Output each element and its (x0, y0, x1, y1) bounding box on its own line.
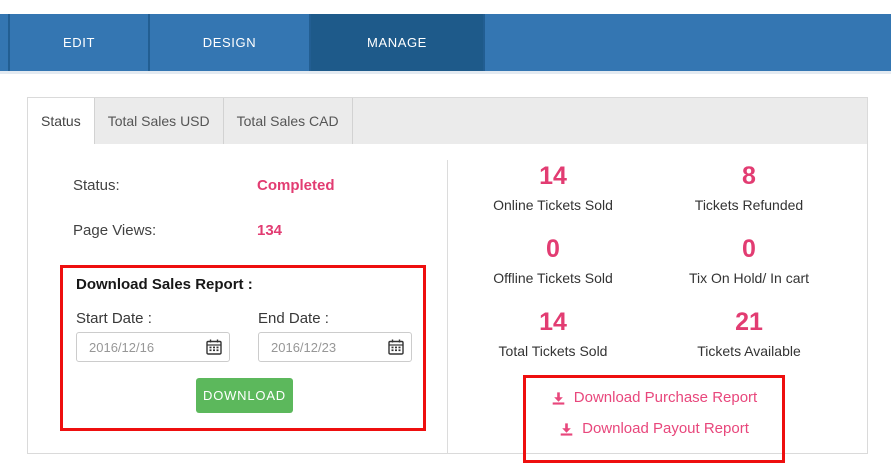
nav-edit-button[interactable]: EDIT (8, 14, 148, 71)
end-date-field-wrap (258, 332, 412, 362)
download-payout-report-link[interactable]: Download Payout Report (559, 418, 749, 440)
report-link-label: Download Purchase Report (574, 387, 757, 409)
download-sales-report-box: Download Sales Report : Start Date : End… (60, 265, 426, 431)
tab-bar: Status Total Sales USD Total Sales CAD (28, 98, 867, 144)
stat-label: Tickets Refunded (651, 197, 847, 213)
report-link-label: Download Payout Report (582, 418, 749, 440)
vertical-divider (447, 160, 448, 453)
top-navigation-bar: EDIT DESIGN MANAGE (0, 14, 891, 74)
tab-total-sales-cad[interactable]: Total Sales CAD (224, 98, 353, 144)
nav-manage-button[interactable]: MANAGE (309, 14, 485, 71)
end-date-label: End Date : (258, 310, 329, 327)
download-icon (559, 422, 574, 437)
status-label: Status: (73, 177, 257, 194)
stat-value: 14 (455, 308, 651, 336)
status-value: Completed (257, 177, 335, 194)
status-row: Status: Completed (73, 177, 443, 194)
stat-offline-tickets-sold: 0 Offline Tickets Sold (455, 235, 651, 308)
start-date-field-wrap (76, 332, 230, 362)
stat-value: 14 (455, 162, 651, 190)
nav-design-button[interactable]: DESIGN (148, 14, 309, 71)
stat-value: 8 (651, 162, 847, 190)
stat-value: 0 (455, 235, 651, 263)
stat-online-tickets-sold: 14 Online Tickets Sold (455, 162, 651, 235)
stat-tix-on-hold: 0 Tix On Hold/ In cart (651, 235, 847, 308)
tab-status[interactable]: Status (28, 98, 95, 144)
calendar-icon[interactable] (387, 338, 405, 356)
page-views-row: Page Views: 134 (73, 222, 443, 239)
stat-tickets-refunded: 8 Tickets Refunded (651, 162, 847, 235)
stat-total-tickets-sold: 14 Total Tickets Sold (455, 308, 651, 381)
report-links-box: Download Purchase Report Download Payout… (523, 375, 785, 463)
stat-value: 21 (651, 308, 847, 336)
stat-label: Offline Tickets Sold (455, 270, 651, 286)
start-date-label: Start Date : (76, 310, 152, 327)
stat-value: 0 (651, 235, 847, 263)
calendar-icon[interactable] (205, 338, 223, 356)
download-purchase-report-link[interactable]: Download Purchase Report (551, 387, 757, 409)
stat-label: Tix On Hold/ In cart (651, 270, 847, 286)
tab-total-sales-usd[interactable]: Total Sales USD (95, 98, 224, 144)
ticket-stats-grid: 14 Online Tickets Sold 8 Tickets Refunde… (455, 162, 847, 381)
page: EDIT DESIGN MANAGE Status Total Sales US… (0, 0, 891, 476)
download-sales-report-title: Download Sales Report : (76, 276, 253, 293)
stat-tickets-available: 21 Tickets Available (651, 308, 847, 381)
download-icon (551, 391, 566, 406)
stat-label: Tickets Available (651, 343, 847, 359)
download-button[interactable]: DOWNLOAD (196, 378, 293, 413)
stat-label: Online Tickets Sold (455, 197, 651, 213)
page-views-label: Page Views: (73, 222, 257, 239)
page-views-value: 134 (257, 222, 282, 239)
status-panel: Status Total Sales USD Total Sales CAD S… (27, 97, 868, 454)
stat-label: Total Tickets Sold (455, 343, 651, 359)
